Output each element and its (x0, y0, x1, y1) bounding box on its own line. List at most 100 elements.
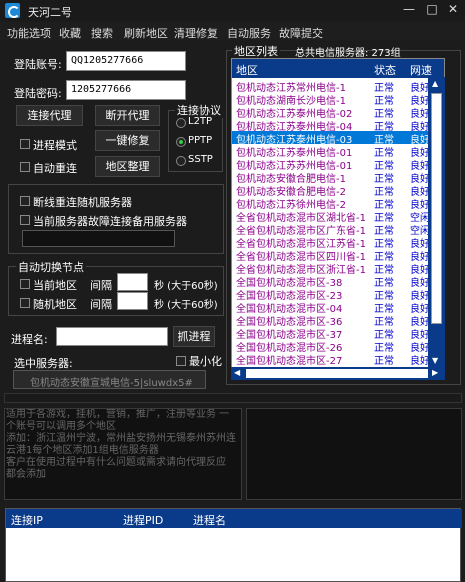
region-row[interactable]: 全省包机动态混市区四川省-1 正常 良好 (232, 248, 432, 263)
status-strip (4, 393, 462, 403)
hscroll-thumb[interactable] (246, 369, 428, 378)
password-input[interactable]: 1205277666 (66, 80, 186, 100)
scroll-up-icon[interactable]: ▲ (432, 79, 438, 88)
one-click-repair-button[interactable]: 一键修复 (95, 130, 160, 151)
maximize-button[interactable]: □ (424, 2, 440, 16)
region-row[interactable]: 包机动态江苏泰州电信-02 正常 良好 (232, 105, 432, 120)
menu-fault-submit[interactable]: 故障提交 (279, 25, 323, 41)
header-speed[interactable]: 网速 (410, 62, 432, 78)
region-list-label: 地区列表 (232, 43, 280, 59)
secondary-log (246, 408, 462, 500)
region-row[interactable]: 包机动态江苏泰州电信-03 正常 良好 (232, 131, 432, 146)
region-list-vscrollbar[interactable]: ▲ ▼ (428, 77, 445, 367)
interval-label-1: 间隔 (90, 279, 112, 292)
disconnect-proxy-button[interactable]: 断开代理 (95, 105, 160, 126)
region-row[interactable]: 包机动态江苏泰州电信-01 正常 良好 (232, 144, 432, 159)
random-region-label: 随机地区 (33, 298, 77, 311)
menu-bar: 功能选项 收藏 搜索 刷新地区 清理修复 自动服务 故障提交 (0, 22, 465, 40)
header-process-pid[interactable]: 进程PID (123, 512, 163, 528)
log-line: 个账号可以调用多个地区 (6, 421, 116, 432)
region-row[interactable]: 全国包机动态混市区-36 正常 良好 (232, 313, 432, 328)
region-status: 正常 (374, 356, 394, 367)
selected-server-value: 包机动态安徽宣城电信-5|sluwdx5# (30, 378, 193, 389)
interval-input-2[interactable] (117, 292, 148, 310)
app-title: 天河二号 (28, 6, 72, 19)
fault-backup-label: 当前服务器故障连接备用服务器 (33, 215, 187, 228)
log-line: 添加：浙江温州宁波，常州盐安扬州无锡泰州苏州连 (6, 433, 236, 444)
menu-search[interactable]: 搜索 (91, 25, 113, 41)
process-table[interactable]: 连接IP 进程PID 进程名 (5, 508, 462, 582)
region-row[interactable]: 全国包机动态混市区-27 正常 良好 (232, 352, 432, 367)
region-row[interactable]: 包机动态安徽合肥电信-2 正常 良好 (232, 183, 432, 198)
grab-process-button[interactable]: 抓进程 (173, 326, 215, 347)
scroll-thumb[interactable] (431, 93, 442, 324)
app-logo-icon (5, 3, 20, 18)
info-log: 适用于各游戏，挂机，营销，推广，注册等业务 一 个账号可以调用多个地区 添加：浙… (4, 408, 242, 500)
minimize-checkbox[interactable] (176, 356, 186, 366)
sstp-radio[interactable] (176, 156, 186, 166)
connect-proxy-button[interactable]: 连接代理 (16, 105, 83, 126)
drop-random-checkbox[interactable] (20, 196, 30, 206)
region-list-header: 地区 状态 网速 (232, 59, 444, 78)
region-row[interactable]: 包机动态江苏泰州电信-04 正常 良好 (232, 118, 432, 133)
menu-refresh-region[interactable]: 刷新地区 (124, 25, 168, 41)
region-speed: 良好 (410, 356, 430, 367)
backup-server-field[interactable] (22, 230, 175, 247)
header-process-name[interactable]: 进程名 (193, 512, 226, 528)
region-organize-button[interactable]: 地区整理 (95, 156, 160, 177)
header-status[interactable]: 状态 (374, 62, 396, 78)
region-row[interactable]: 全省包机动态混市区浙江省-1 正常 良好 (232, 261, 432, 276)
menu-clean-repair[interactable]: 清理修复 (174, 25, 218, 41)
region-row[interactable]: 包机动态湖南长沙电信-1 正常 良好 (232, 92, 432, 107)
region-row[interactable]: 包机动态安徽合肥电信-1 正常 良好 (232, 170, 432, 185)
random-region-checkbox[interactable] (20, 298, 30, 308)
account-input[interactable]: QQ1205277666 (66, 51, 186, 71)
region-row[interactable]: 全国包机动态混市区-37 正常 良好 (232, 326, 432, 341)
menu-favorites[interactable]: 收藏 (59, 25, 81, 41)
log-line: 都会添加 (6, 469, 46, 480)
region-row[interactable]: 全国包机动态混市区-04 正常 良好 (232, 300, 432, 315)
l2tp-label: L2TP (188, 116, 213, 127)
menu-auto-service[interactable]: 自动服务 (227, 25, 271, 41)
process-table-header: 连接IP 进程PID 进程名 (6, 509, 462, 528)
region-row[interactable]: 全省包机动态混市区江苏省-1 正常 良好 (232, 235, 432, 250)
account-label: 登陆账号: (14, 58, 62, 71)
region-row[interactable]: 包机动态江苏常州电信-1 正常 良好 (232, 79, 432, 94)
region-row[interactable]: 全省包机动态混市区湖北省-1 正常 空闲 (232, 209, 432, 224)
minimize-button[interactable]: — (401, 2, 417, 16)
interval-input-1[interactable] (117, 273, 148, 291)
scroll-right-icon[interactable]: ▶ (432, 368, 438, 377)
log-line: 适用于各游戏，挂机，营销，推广，注册等业务 一 (6, 409, 230, 420)
interval-unit-2: 秒 (大于60秒) (154, 300, 218, 311)
region-list-hscrollbar[interactable]: ◀ ▶ (231, 367, 445, 380)
region-row[interactable]: 包机动态江苏徐州电信-2 正常 良好 (232, 196, 432, 211)
current-region-checkbox[interactable] (20, 279, 30, 289)
region-list[interactable]: 地区 状态 网速 包机动态江苏常州电信-1 正常 良好 包机动态湖南长沙电信-1 正常良… (231, 58, 445, 380)
scroll-left-icon[interactable]: ◀ (234, 368, 240, 377)
drop-random-label: 断线重连随机服务器 (33, 196, 132, 209)
scroll-down-icon[interactable]: ▼ (432, 356, 438, 365)
process-name-input[interactable] (56, 327, 168, 346)
region-name: 全国包机动态混市区-27 (236, 356, 343, 367)
header-connect-ip[interactable]: 连接IP (11, 512, 43, 528)
region-row[interactable]: 全国包机动态混市区-23 正常 良好 (232, 287, 432, 302)
fault-backup-checkbox[interactable] (20, 215, 30, 225)
region-row[interactable]: 全国包机动态混市区-26 正常 良好 (232, 339, 432, 354)
close-button[interactable]: ✕ (445, 2, 461, 16)
region-row[interactable]: 包机动态江苏苏州电信-01 正常 良好 (232, 157, 432, 172)
app-window: 天河二号 — □ ✕ 功能选项 收藏 搜索 刷新地区 清理修复 自动服务 故障提… (0, 0, 465, 582)
title-bar: 天河二号 — □ ✕ (0, 0, 465, 21)
header-region[interactable]: 地区 (236, 62, 258, 78)
pptp-radio[interactable] (176, 137, 186, 147)
process-mode-checkbox[interactable] (20, 139, 30, 149)
l2tp-radio[interactable] (176, 118, 186, 128)
interval-unit-1: 秒 (大于60秒) (154, 281, 218, 292)
pptp-label: PPTP (188, 135, 213, 146)
region-row[interactable]: 全国包机动态混市区-38 正常 良好 (232, 274, 432, 289)
menu-function-options[interactable]: 功能选项 (7, 25, 51, 41)
process-mode-label: 进程模式 (33, 139, 77, 152)
selected-server-field: 包机动态安徽宣城电信-5|sluwdx5# (13, 370, 206, 389)
region-row[interactable]: 全省包机动态混市区广东省-1 正常 空闲 (232, 222, 432, 237)
auto-reconnect-checkbox[interactable] (20, 162, 30, 172)
auto-switch-label: 自动切换节点 (16, 259, 86, 275)
